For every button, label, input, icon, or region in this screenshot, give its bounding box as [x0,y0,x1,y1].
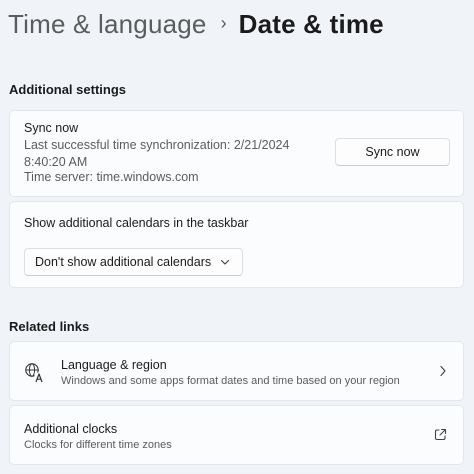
breadcrumb: Time & language › Date & time [8,6,384,42]
additional-settings-heading: Additional settings [9,82,126,97]
last-sync-description: Last successful time synchronization: 2/… [24,138,290,169]
sync-now-title: Sync now [24,121,79,135]
additional-calendars-card: Show additional calendars in the taskbar… [9,201,464,288]
language-region-subtitle: Windows and some apps format dates and t… [61,375,400,387]
breadcrumb-separator: › [220,12,227,33]
additional-calendars-title: Show additional calendars in the taskbar [24,216,249,230]
time-server-text: Time server: time.windows.com [24,170,199,184]
breadcrumb-parent-time-language[interactable]: Time & language [8,9,207,40]
external-link-icon [434,428,447,441]
page-title: Date & time [238,8,384,39]
additional-clocks-title: Additional clocks [24,422,118,436]
sync-now-card: Sync now Last successful time synchroniz… [9,110,464,197]
language-region-title: Language & region [61,358,167,372]
language-region-link[interactable]: Language & region Windows and some apps … [9,341,464,401]
chevron-down-icon [220,259,230,265]
dropdown-selected-value: Don't show additional calendars [35,255,212,269]
additional-clocks-subtitle: Clocks for different time zones [24,439,172,451]
additional-clocks-link[interactable]: Additional clocks Clocks for different t… [9,405,464,465]
chevron-right-icon [440,365,446,377]
sync-now-button[interactable]: Sync now [335,138,450,166]
related-links-heading: Related links [9,319,90,334]
additional-calendars-dropdown[interactable]: Don't show additional calendars [24,248,243,276]
language-icon [25,363,45,383]
